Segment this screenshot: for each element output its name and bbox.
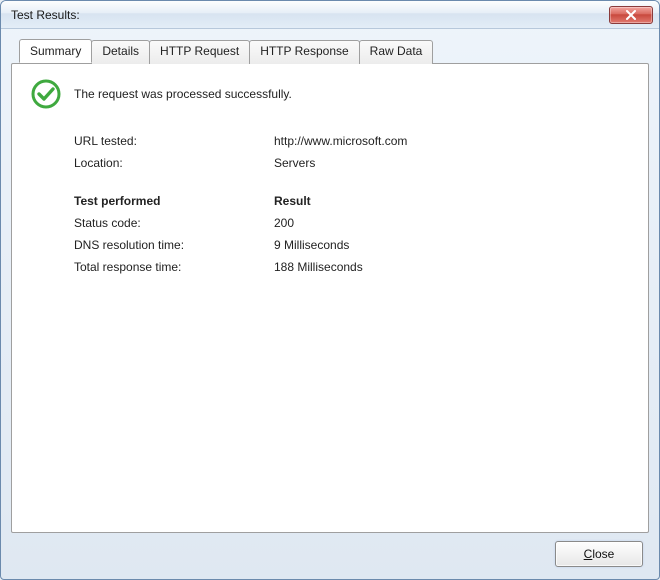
tab-http-response[interactable]: HTTP Response xyxy=(249,40,359,64)
label-total-time: Total response time: xyxy=(74,260,274,274)
window-close-button[interactable] xyxy=(609,6,653,24)
value-dns-time: 9 Milliseconds xyxy=(274,238,630,252)
value-status-code: 200 xyxy=(274,216,630,230)
close-button[interactable]: Close xyxy=(555,541,643,567)
tab-strip: Summary Details HTTP Request HTTP Respon… xyxy=(11,39,649,63)
titlebar: Test Results: xyxy=(1,1,659,29)
tab-summary[interactable]: Summary xyxy=(19,39,92,63)
tab-raw-data[interactable]: Raw Data xyxy=(359,40,434,64)
label-url-tested: URL tested: xyxy=(74,134,274,148)
label-status-code: Status code: xyxy=(74,216,274,230)
value-total-time: 188 Milliseconds xyxy=(274,260,630,274)
dialog-footer: Close xyxy=(11,533,649,571)
value-url-tested: http://www.microsoft.com xyxy=(274,134,630,148)
status-row: The request was processed successfully. xyxy=(30,78,630,110)
tab-details[interactable]: Details xyxy=(91,40,150,64)
window-title: Test Results: xyxy=(11,8,609,22)
success-check-icon xyxy=(30,78,62,110)
tab-http-request[interactable]: HTTP Request xyxy=(149,40,250,64)
value-location: Servers xyxy=(274,156,630,170)
info-block: URL tested: http://www.microsoft.com Loc… xyxy=(74,134,630,170)
tab-panel-summary: The request was processed successfully. … xyxy=(11,63,649,533)
close-icon xyxy=(625,10,637,20)
status-message: The request was processed successfully. xyxy=(74,87,292,101)
close-button-rest: lose xyxy=(592,547,614,561)
header-result: Result xyxy=(274,194,630,208)
label-dns-time: DNS resolution time: xyxy=(74,238,274,252)
dialog-window: Test Results: Summary Details HTTP Reque… xyxy=(0,0,660,580)
header-test-performed: Test performed xyxy=(74,194,274,208)
client-area: Summary Details HTTP Request HTTP Respon… xyxy=(1,29,659,579)
label-location: Location: xyxy=(74,156,274,170)
results-block: Test performed Result Status code: 200 D… xyxy=(74,194,630,274)
